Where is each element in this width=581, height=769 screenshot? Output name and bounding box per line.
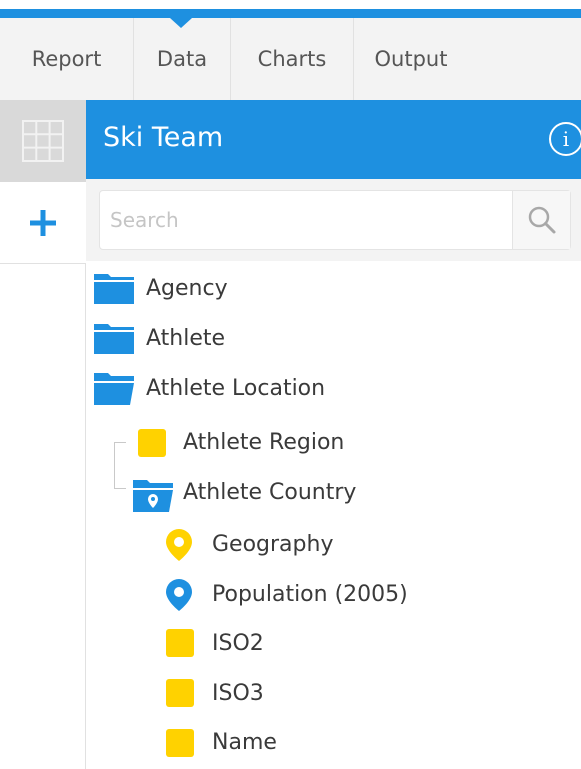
data-source-header: Ski Team i — [86, 100, 581, 179]
tree-field-label: ISO2 — [212, 630, 264, 656]
tree-field-geography[interactable]: Geography — [212, 524, 333, 564]
left-toolbar — [0, 100, 86, 769]
tab-output[interactable]: Output — [354, 18, 468, 100]
tree-field-iso2[interactable]: ISO2 — [212, 623, 264, 663]
tree-folder-athlete[interactable]: Athlete — [146, 318, 225, 358]
grid-icon — [22, 120, 64, 162]
location-pin-icon — [166, 579, 192, 611]
tree-connector — [114, 442, 126, 488]
tree-field-label: ISO3 — [212, 680, 264, 706]
tree-folder-label: Agency — [146, 275, 228, 301]
search-bar — [86, 179, 581, 261]
folder-icon — [94, 274, 134, 304]
tree-field-name[interactable]: Name — [212, 722, 277, 762]
dimension-icon — [166, 729, 194, 757]
dimension-icon — [138, 429, 166, 457]
dimension-icon — [166, 629, 194, 657]
location-pin-icon — [166, 529, 192, 561]
tree-field-iso3[interactable]: ISO3 — [212, 673, 264, 713]
folder-icon — [94, 324, 134, 354]
tree-item-label: Athlete Country — [183, 479, 357, 505]
open-folder-icon — [94, 373, 134, 405]
active-tab-indicator — [170, 18, 192, 28]
tree-folder-label: Athlete Location — [146, 375, 326, 401]
tree-item-athlete-country[interactable]: Athlete Country — [183, 472, 356, 512]
geo-folder-icon — [133, 480, 173, 512]
add-button[interactable] — [0, 182, 86, 264]
tree-item-label: Athlete Region — [183, 429, 345, 455]
tree-field-population[interactable]: Population (2005) — [212, 574, 408, 614]
main-tabs: Report Data Charts Output — [0, 18, 581, 100]
tree-item-athlete-region[interactable]: Athlete Region — [183, 422, 344, 462]
tree-folder-athlete-location[interactable]: Athlete Location — [146, 368, 325, 408]
tab-data[interactable]: Data — [134, 18, 231, 100]
search-icon — [528, 206, 555, 234]
tree-folder-label: Athlete — [146, 325, 226, 351]
tree-field-label: Geography — [212, 531, 334, 557]
search-input[interactable] — [100, 191, 512, 249]
tab-charts[interactable]: Charts — [231, 18, 354, 100]
tree-folder-agency[interactable]: Agency — [146, 268, 228, 308]
search-button[interactable] — [512, 191, 570, 249]
grid-view-button[interactable] — [0, 100, 86, 182]
tree-connector — [114, 488, 126, 489]
tab-report[interactable]: Report — [0, 18, 134, 100]
page-title: Ski Team — [103, 122, 224, 153]
tree-field-label: Population (2005) — [212, 581, 408, 607]
plus-icon — [30, 209, 56, 236]
top-spacer — [0, 0, 581, 9]
search-box — [99, 190, 571, 250]
tree-field-label: Name — [212, 729, 277, 755]
dimension-icon — [166, 679, 194, 707]
info-icon[interactable]: i — [549, 122, 581, 156]
